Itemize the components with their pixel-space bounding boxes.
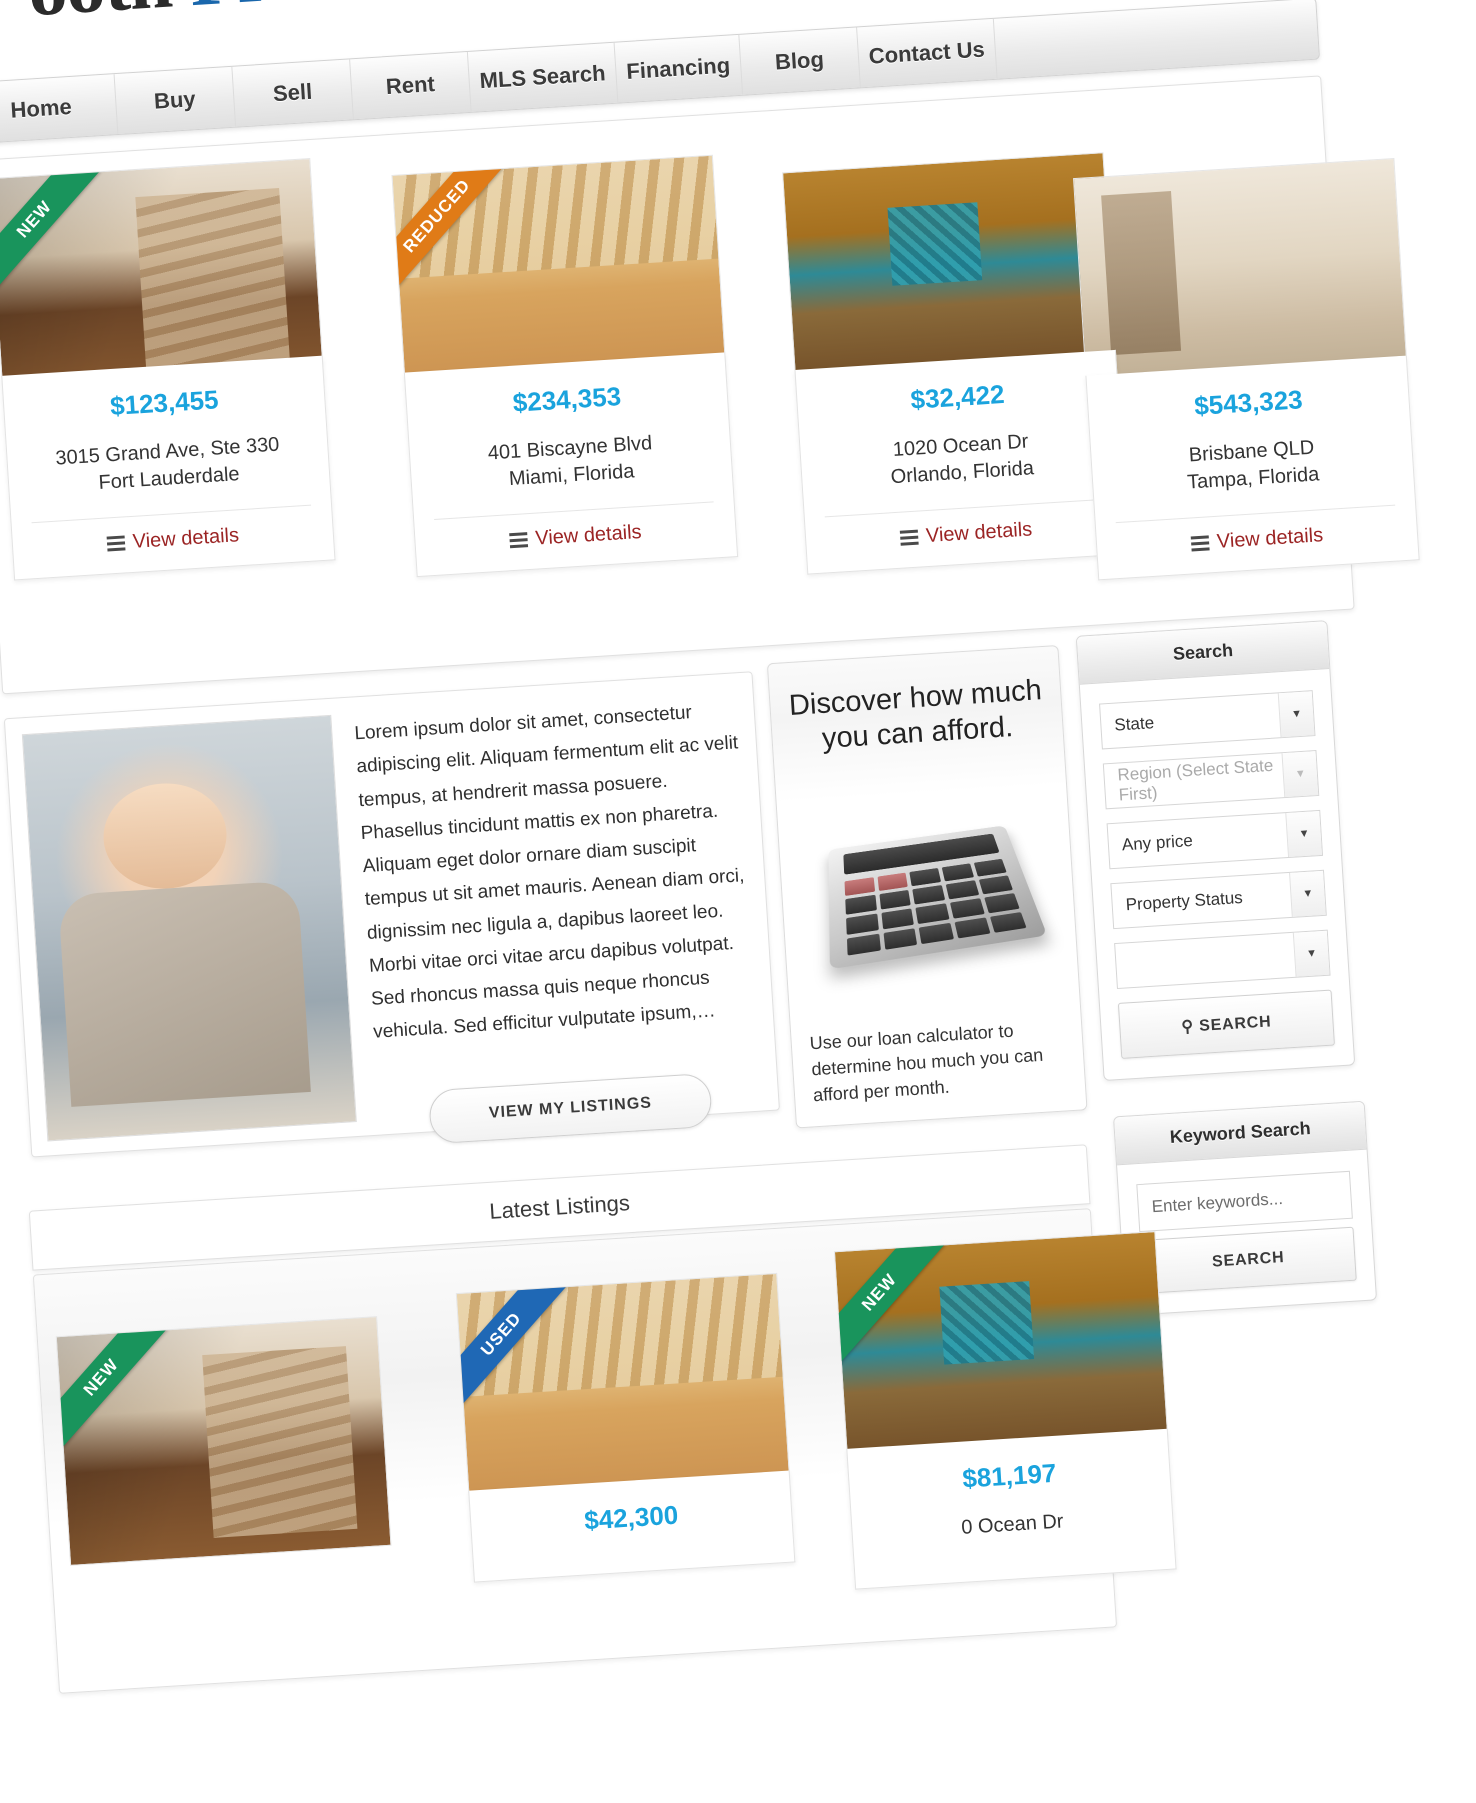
calculator-title: Discover how much you can afford.	[788, 673, 1046, 760]
listing-card-body: $234,353 401 Biscayne Blvd Miami, Florid…	[403, 352, 739, 578]
status-badge: NEW	[55, 1316, 174, 1457]
chevron-down-icon[interactable]: ▼	[1285, 810, 1322, 858]
chevron-down-icon[interactable]: ▼	[1281, 751, 1319, 798]
listing-address: Brisbane QLD Tampa, Florida	[1105, 429, 1400, 500]
agent-text-block: Lorem ipsum dolor sit amet, consectetur …	[353, 689, 762, 1144]
view-details-link[interactable]: View details	[429, 516, 722, 557]
listing-card-body: $42,300	[468, 1470, 796, 1583]
site-logo[interactable]: ooth Pro	[25, 0, 309, 34]
nav-item-financing[interactable]: Financing	[614, 34, 743, 103]
status-badge: NEW	[833, 1231, 952, 1372]
status-badge: NEW	[0, 158, 107, 299]
loan-calculator-panel[interactable]: Discover how much you can afford. Use ou…	[766, 645, 1088, 1129]
agent-about-panel: Lorem ipsum dolor sit amet, consectetur …	[3, 671, 780, 1158]
nav-item-rent[interactable]: Rent	[350, 51, 472, 120]
price-select-value: Any price	[1121, 830, 1194, 855]
listing-address: 1020 Ocean Dr Orlando, Florida	[814, 424, 1109, 495]
listing-price: $543,323	[1193, 384, 1304, 421]
keyword-search-input[interactable]	[1136, 1170, 1353, 1233]
view-details-label: View details	[1216, 524, 1324, 554]
listing-card[interactable]: NEW $123,455 3015 Grand Ave, Ste 330 For…	[0, 158, 336, 581]
nav-item-buy[interactable]: Buy	[114, 66, 237, 135]
chevron-down-icon[interactable]: ▼	[1292, 930, 1330, 977]
status-badge: REDUCED	[391, 154, 510, 295]
search-button-label: SEARCH	[1198, 1013, 1272, 1035]
extra-select[interactable]: ▼	[1114, 929, 1331, 990]
search-button[interactable]: ⚲ SEARCH	[1117, 989, 1335, 1059]
keyword-search-button[interactable]: SEARCH	[1139, 1226, 1357, 1294]
latest-listings-title: Latest Listings	[488, 1190, 631, 1224]
listing-card-body: $81,197 0 Ocean Dr	[846, 1428, 1177, 1590]
view-my-listings-button[interactable]: VIEW MY LISTINGS	[427, 1072, 713, 1144]
latest-listings-strip: NEW USED $42,300 NEW $81,197 0 Ocean Dr	[32, 1208, 1177, 1694]
calculator-keypad	[843, 858, 1027, 957]
divider	[31, 504, 312, 524]
view-details-link[interactable]: View details	[820, 514, 1113, 555]
state-select-value: State	[1113, 713, 1155, 735]
nav-item-blog[interactable]: Blog	[739, 27, 861, 95]
property-status-select[interactable]: Property Status ▼	[1110, 869, 1327, 930]
page-root: ooth Pro Home Buy Sell Rent MLS Search F…	[0, 0, 1459, 1803]
listing-card[interactable]: NEW	[55, 1316, 392, 1566]
listing-price: $123,455	[109, 384, 220, 422]
listing-card[interactable]: USED $42,300	[455, 1272, 796, 1583]
listing-photo: NEW	[55, 1316, 392, 1566]
list-icon	[1190, 535, 1210, 552]
calculator-caption: Use our loan calculator to determine hou…	[809, 1020, 1044, 1106]
featured-listings-strip: NEW $123,455 3015 Grand Ave, Ste 330 For…	[0, 75, 1420, 695]
calculator-illustration	[803, 766, 1051, 1015]
listing-address: 3015 Grand Ave, Ste 330 Fort Lauderdale	[21, 429, 316, 500]
view-details-label: View details	[925, 518, 1033, 548]
search-panel-body: State ▼ Region (Select State First) ▼ An…	[1080, 669, 1354, 1080]
view-details-label: View details	[534, 521, 643, 550]
status-badge: USED	[455, 1272, 574, 1414]
listing-address-line1: 0 Ocean Dr	[960, 1510, 1065, 1539]
listing-price: $42,300	[583, 1499, 680, 1536]
listing-price: $234,353	[511, 381, 622, 418]
nav-item-home[interactable]: Home	[0, 74, 119, 144]
agent-photo	[21, 714, 357, 1142]
price-select[interactable]: Any price ▼	[1106, 809, 1324, 870]
search-sidebar-panel: Search State ▼ Region (Select State Firs…	[1075, 620, 1356, 1082]
nav-item-mls-search[interactable]: MLS Search	[467, 42, 619, 112]
nav-item-contact-us[interactable]: Contact Us	[856, 18, 998, 88]
listing-card-body: $543,323 Brisbane QLD Tampa, Florida Vie…	[1085, 355, 1420, 581]
list-icon	[899, 529, 919, 546]
logo-text-dark: ooth	[25, 0, 174, 32]
logo-text-blue: Pro	[187, 0, 309, 22]
listing-card-body: $32,422 1020 Ocean Dr Orlando, Florida V…	[794, 349, 1129, 575]
listing-price: $81,197	[961, 1457, 1058, 1494]
chevron-down-icon[interactable]: ▼	[1289, 870, 1326, 917]
state-select[interactable]: State ▼	[1099, 690, 1316, 750]
divider	[824, 499, 1105, 518]
view-details-link[interactable]: View details	[27, 519, 320, 560]
calculator-icon	[828, 825, 1047, 970]
view-details-link[interactable]: View details	[1111, 519, 1404, 560]
region-select[interactable]: Region (Select State First) ▼	[1102, 750, 1320, 810]
property-status-select-value: Property Status	[1125, 887, 1244, 915]
listing-card[interactable]: REDUCED $234,353 401 Biscayne Blvd Miami…	[391, 154, 739, 578]
listing-address: 401 Biscayne Blvd Miami, Florida	[423, 426, 718, 497]
nav-item-sell[interactable]: Sell	[232, 59, 354, 127]
listing-card[interactable]: NEW $81,197 0 Ocean Dr	[833, 1231, 1177, 1590]
divider	[1115, 504, 1396, 524]
agent-description: Lorem ipsum dolor sit amet, consectetur …	[353, 702, 745, 1044]
view-details-label: View details	[132, 524, 240, 554]
divider	[434, 501, 714, 521]
chevron-down-icon[interactable]: ▼	[1277, 691, 1315, 738]
listing-price: $32,422	[909, 378, 1006, 415]
listing-card-body: $123,455 3015 Grand Ave, Ste 330 Fort La…	[1, 355, 336, 581]
listing-card[interactable]: $543,323 Brisbane QLD Tampa, Florida Vie…	[1072, 157, 1420, 581]
listing-address: 0 Ocean Dr	[866, 1502, 1159, 1547]
list-icon	[106, 535, 126, 552]
magnifier-icon: ⚲	[1180, 1018, 1195, 1037]
list-icon	[509, 532, 528, 549]
